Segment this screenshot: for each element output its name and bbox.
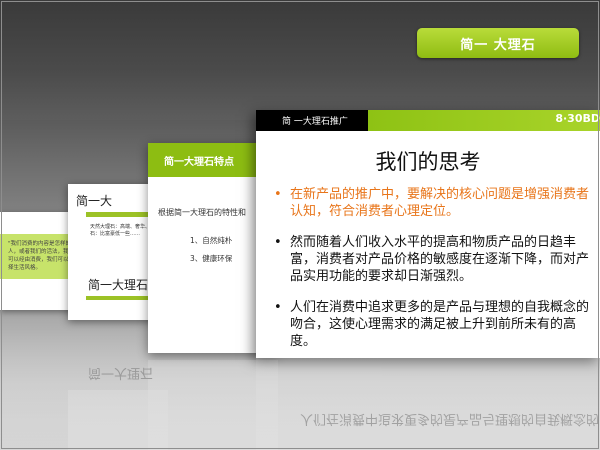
slide3-title: 简一大理石特点 — [164, 157, 234, 168]
main-slide-time: 8·30BD — [555, 112, 600, 125]
slide3-bullet-1: 1、自然纯朴 — [190, 236, 233, 245]
reflection-main-slide — [256, 356, 600, 450]
bullet-dot-icon: • — [274, 235, 282, 250]
slides-reflection: 简一大理石 人们在消费中追求更多的是产品与理想的自我概念的吻合，这使心理需求的满… — [0, 356, 600, 450]
main-slide-header-label: 简 一大理石推广 — [282, 117, 348, 127]
slide2-subtitle: 简一大理石 — [88, 278, 149, 292]
main-slide-title: 我们的思考 — [375, 150, 481, 174]
bullet-text-1: 在新产品的推广中，要解决的核心问题是增强消费者认知，符合消费者心理定位。 — [290, 187, 590, 219]
reflection-slide2-title: 简一大理石 — [88, 365, 154, 380]
bullet-item-1: • 在新产品的推广中，要解决的核心问题是增强消费者认知，符合消费者心理定位。 — [274, 186, 594, 220]
slide3-bullet-2: 3、健康环保 — [190, 254, 233, 263]
main-slide-bullets: • 在新产品的推广中，要解决的核心问题是增强消费者认知，符合消费者心理定位。 •… — [274, 186, 594, 358]
bullet-text-2: 然而随着人们收入水平的提高和物质产品的日趋丰富，消费者对产品价格的敏感度在逐渐下… — [290, 235, 590, 284]
bullet-item-2: • 然而随着人们收入水平的提高和物质产品的日趋丰富，消费者对产品价格的敏感度在逐… — [274, 234, 594, 285]
bullet-dot-icon: • — [274, 187, 282, 202]
title-tab: 简一 大理石 — [417, 28, 579, 58]
bullet-item-3: • 人们在消费中追求更多的是产品与理想的自我概念的吻合，这使心理需求的满足被上升… — [274, 299, 594, 350]
slide3-intro: 根据简一大理石的特性和 — [158, 208, 246, 217]
bullet-text-3: 人们在消费中追求更多的是产品与理想的自我概念的吻合，这使心理需求的满足被上升到前… — [290, 300, 590, 349]
title-tab-label: 简一 大理石 — [460, 37, 536, 53]
reflection-inner: 简一大理石 人们在消费中追求更多的是产品与理想的自我概念的吻合，这使心理需求的满… — [0, 356, 600, 450]
slide2-title: 简一大 — [76, 194, 113, 208]
main-slide-header-green: 8·30BD — [368, 110, 600, 131]
reflection-main-bullet: 人们在消费中追求更多的是产品与理想的自我概念的吻合，这使心理需求的满足被上升到前… — [300, 411, 600, 426]
top-dark-band — [0, 0, 600, 120]
bullet-dot-icon: • — [274, 300, 282, 315]
main-slide[interactable]: 简 一大理石推广 8·30BD 我们的思考 • 在新产品的推广中，要解决的核心问… — [256, 110, 600, 358]
